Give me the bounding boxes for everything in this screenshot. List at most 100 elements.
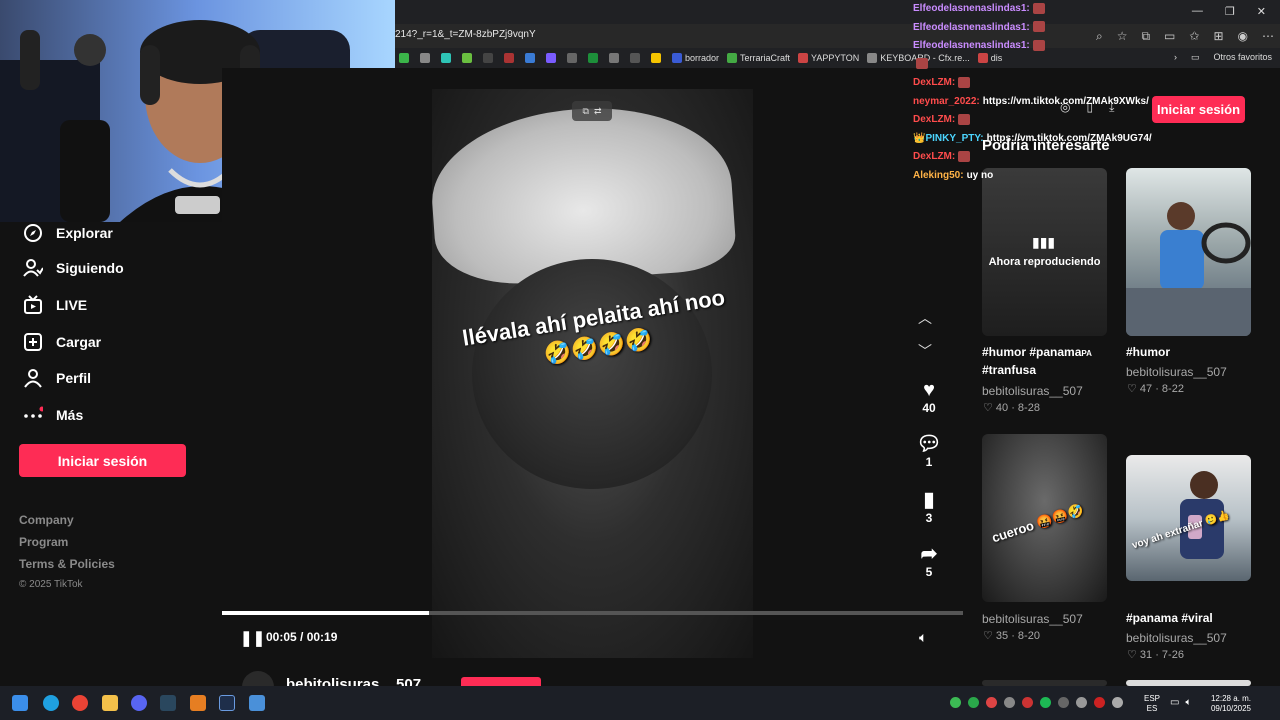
card-author[interactable]: bebitolisuras__507 [982, 384, 1083, 398]
chat-emote-icon [1032, 21, 1045, 33]
tray-icon[interactable] [1112, 697, 1123, 708]
footer-company-link[interactable]: Company [19, 513, 74, 527]
card-author[interactable]: bebitolisuras__507 [982, 612, 1083, 626]
bookmark-icon[interactable] [483, 53, 493, 63]
sidebar-item-perfil[interactable]: Perfil [22, 367, 91, 389]
system-status-icons[interactable]: ▭ 🔈︎ [1170, 697, 1191, 708]
taskbar-clock[interactable]: 12:28 a. m. 09/10/2025 [1205, 694, 1251, 714]
bookmark-icon[interactable] [462, 53, 472, 63]
sidebar-item-label: Cargar [56, 334, 102, 350]
bookmark-icon[interactable] [609, 53, 619, 63]
footer-terms-link[interactable]: Terms & Policies [19, 557, 115, 571]
folder-icon[interactable] [567, 53, 577, 63]
chat-username[interactable]: Elfeodelasnenaslindas1: [913, 40, 1030, 51]
tray-icon[interactable] [950, 697, 961, 708]
tray-icon[interactable] [1022, 697, 1033, 708]
chrome-icon[interactable] [72, 695, 88, 711]
card-title[interactable]: #humor #panamaPA #tranfusa [982, 344, 1107, 379]
menu-dots-icon[interactable]: ⋯ [1262, 29, 1274, 44]
chat-username[interactable]: DexLZM: [913, 114, 955, 125]
tray-icon[interactable] [1004, 697, 1015, 708]
other-favorites[interactable]: › ▭ Otros favoritos [1174, 52, 1272, 63]
chat-username[interactable]: Elfeodelasnenaslindas1: [913, 3, 1030, 14]
app-icon[interactable] [190, 695, 206, 711]
profile-icon[interactable]: ◉ [1238, 29, 1248, 44]
bookmark-icon[interactable] [651, 53, 661, 63]
recommendation-card-4[interactable]: voy ah extrañar 🥲👍 [1126, 455, 1251, 581]
bookmark-borrador[interactable]: borrador [672, 53, 719, 63]
sidebar-icon[interactable]: ▭ [1164, 29, 1175, 44]
tray-icon[interactable] [1058, 697, 1069, 708]
tray-icon[interactable] [1040, 697, 1051, 708]
bookmark-icon[interactable] [504, 53, 514, 63]
maximize-icon[interactable]: ❐ [1225, 5, 1235, 18]
file-explorer-icon[interactable] [102, 695, 118, 711]
bookmark-icon[interactable] [525, 53, 535, 63]
other-favorites-label[interactable]: Otros favoritos [1213, 52, 1272, 63]
footer-program-link[interactable]: Program [19, 535, 68, 549]
sidebar-item-siguiendo[interactable]: Siguiendo [22, 257, 124, 279]
bookmark-icon[interactable] [420, 53, 430, 63]
tray-icon[interactable] [968, 697, 979, 708]
discord-icon[interactable] [131, 695, 147, 711]
chat-text: https://vm.tiktok.com/ZMAk9XWks/ [982, 95, 1149, 107]
chat-username[interactable]: neymar_2022: [913, 96, 980, 107]
bookmark-icon[interactable] [441, 53, 451, 63]
chat-username[interactable]: DexLZM: [913, 77, 955, 88]
header-login-button[interactable]: Iniciar sesión [1152, 96, 1245, 123]
steam-icon[interactable] [160, 695, 176, 711]
pause-icon[interactable]: ❚❚ [240, 629, 265, 647]
sidebar-item-label: Más [56, 407, 84, 423]
tray-icon[interactable] [1094, 697, 1105, 708]
chevron-right-icon[interactable]: › [1174, 52, 1177, 63]
chevron-up-icon[interactable]: ︿ [918, 308, 932, 328]
app-icon[interactable] [219, 695, 235, 711]
recommendation-card-2[interactable] [1126, 168, 1251, 336]
chat-username[interactable]: Aleking50: [913, 170, 964, 181]
sidebar-item-explorar[interactable]: Explorar [22, 222, 113, 244]
copyright: © 2025 TikTok [19, 579, 83, 590]
save-button[interactable]: ▮ 3 [912, 489, 946, 525]
card-author[interactable]: bebitolisuras__507 [1126, 365, 1227, 379]
minimize-icon[interactable]: — [1192, 5, 1203, 18]
card-title[interactable]: #humor [1126, 344, 1170, 361]
float-icon[interactable]: ⧉ [583, 106, 589, 117]
card-title[interactable]: #panama #viral [1126, 610, 1213, 627]
url-text[interactable]: 214?_r=1&_t=ZM-8zbPZj9vqnY [395, 29, 536, 40]
chat-message: DexLZM: [913, 74, 1163, 93]
bookmark-icon[interactable] [630, 53, 640, 63]
sidebar-item-cargar[interactable]: Cargar [22, 331, 101, 353]
recommendation-card-3[interactable]: cueroo 🤬🤬🤣 [982, 434, 1107, 602]
windows-start-icon[interactable] [12, 695, 28, 711]
volume-icon[interactable]: 🔈︎ [919, 629, 927, 646]
chat-username[interactable]: 👑PINKY_PTY: [913, 133, 984, 144]
like-button[interactable]: ♥ 40 [912, 379, 946, 415]
comment-button[interactable]: 💬︎ 1 [912, 433, 946, 469]
excel-icon[interactable] [588, 53, 598, 63]
chat-username[interactable]: Elfeodelasnenaslindas1: [913, 22, 1030, 33]
chevron-down-icon[interactable]: ﹀ [918, 341, 932, 361]
card-author[interactable]: bebitolisuras__507 [1126, 631, 1227, 645]
edge-icon[interactable] [43, 695, 59, 711]
bookmark-icon[interactable] [546, 53, 556, 63]
chat-username[interactable]: DexLZM: [913, 151, 955, 162]
app-icon[interactable] [249, 695, 265, 711]
tray-icon[interactable] [1076, 697, 1087, 708]
recommendation-card-1[interactable]: ▮▮▮ Ahora reproduciendo [982, 168, 1107, 336]
favorites-icon[interactable]: ✩ [1189, 29, 1199, 44]
translate-icon[interactable]: ⇄ [594, 106, 602, 117]
sidebar-item-label: LIVE [56, 297, 88, 313]
video-progress-bar[interactable] [222, 611, 963, 615]
tray-icon[interactable] [986, 697, 997, 708]
login-button[interactable]: Iniciar sesión [19, 444, 186, 477]
bookmark-terrariacraft[interactable]: TerrariaCraft [727, 53, 790, 63]
video-player[interactable]: ⧉ ⇄ llévala ahí pelaita ahí noo 🤣🤣🤣🤣 [432, 89, 753, 658]
bookmark-yappyton[interactable]: YAPPYTON [798, 53, 859, 63]
bookmark-icon[interactable] [399, 53, 409, 63]
sidebar-item-mas[interactable]: Más [22, 404, 83, 426]
language-indicator[interactable]: ESP ES [1144, 694, 1160, 714]
share-button[interactable]: ➦ 5 [912, 543, 946, 579]
collections-icon[interactable]: ⊞ [1213, 29, 1223, 44]
close-icon[interactable]: ✕ [1257, 5, 1266, 18]
sidebar-item-live[interactable]: LIVE [22, 294, 87, 316]
